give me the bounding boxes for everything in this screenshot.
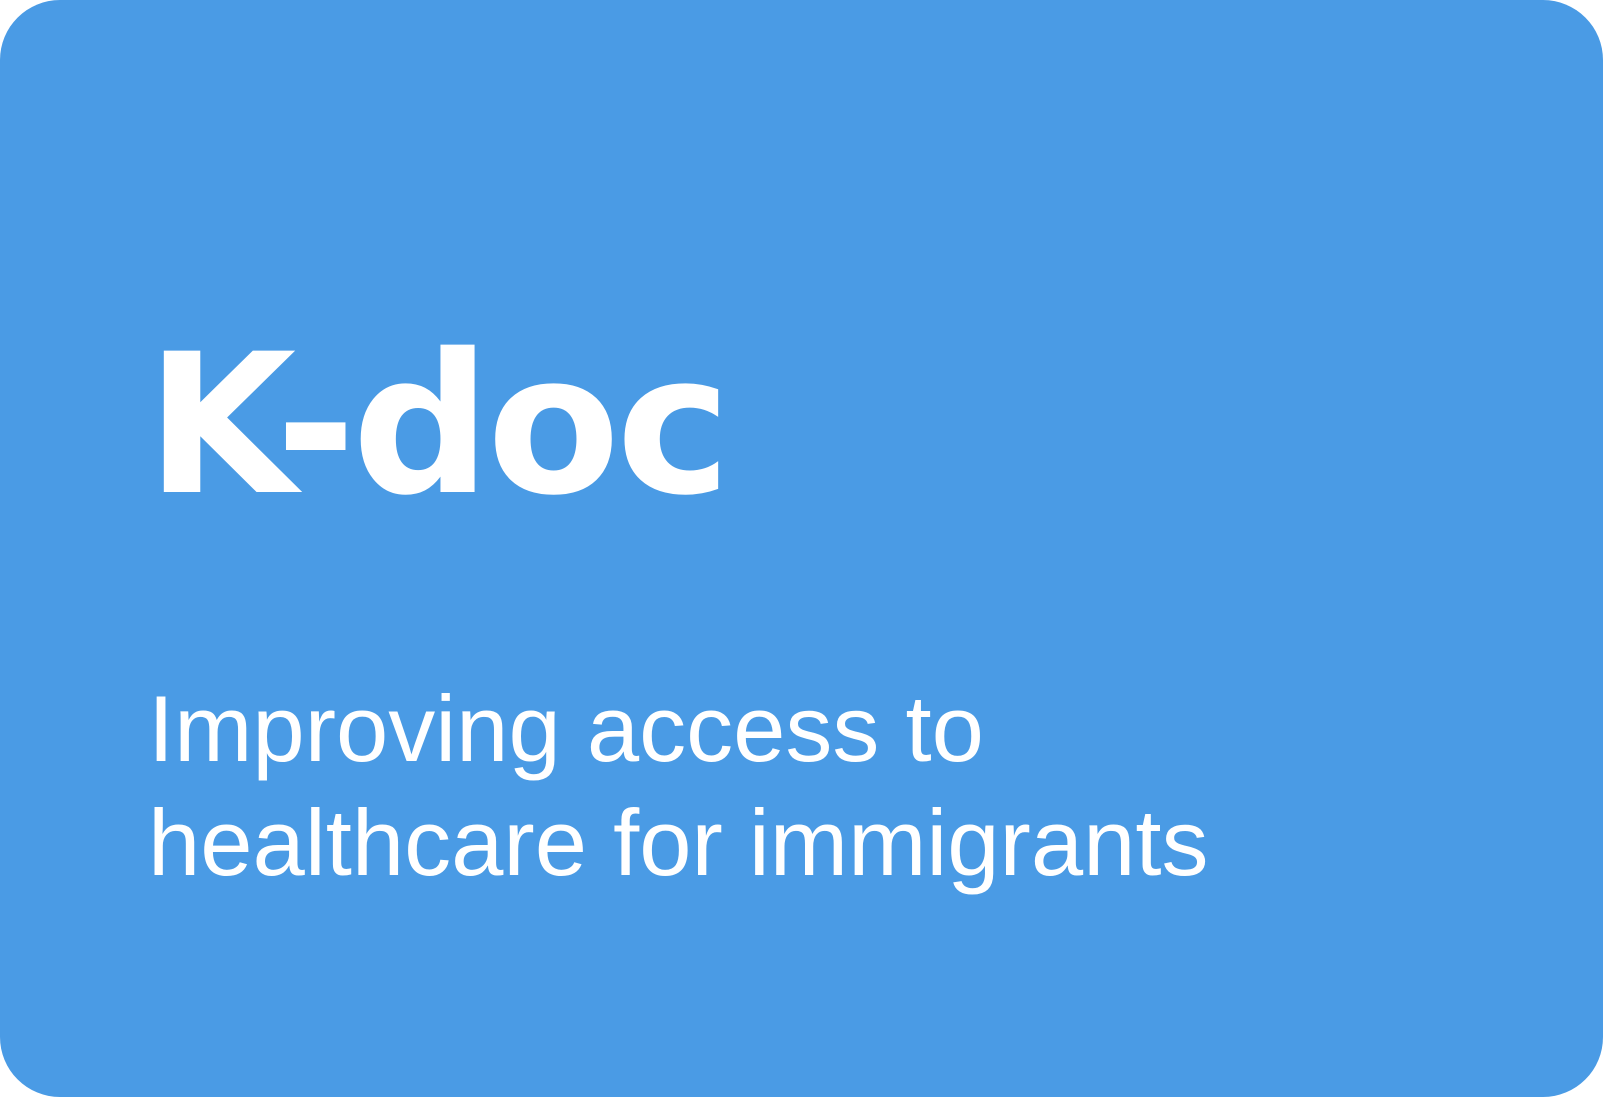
tagline-line-2: healthcare for immigrants	[148, 790, 1209, 895]
title-card: K-doc Improving access to healthcare for…	[0, 0, 1603, 1097]
app-title: K-doc	[146, 312, 731, 538]
tagline-line-1: Improving access to	[148, 676, 984, 781]
tagline: Improving access to healthcare for immig…	[148, 672, 1448, 900]
